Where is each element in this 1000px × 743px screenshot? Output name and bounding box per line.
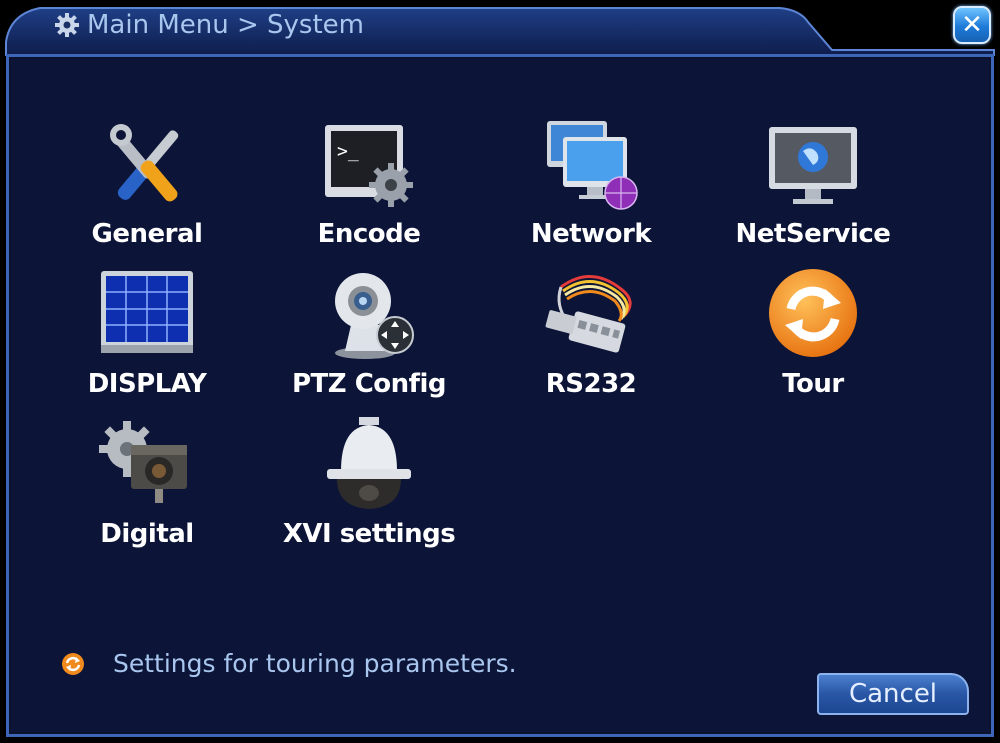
tile-label: PTZ Config — [292, 369, 446, 399]
network-monitors-icon — [547, 121, 638, 210]
cancel-button[interactable]: Cancel — [817, 673, 969, 715]
camera-gear-icon — [99, 421, 187, 503]
tile-label: Digital — [100, 519, 194, 549]
status-text: Settings for touring parameters. — [113, 649, 517, 678]
tile-display[interactable]: DISPLAY — [47, 265, 247, 405]
wrench-screwdriver-icon — [110, 124, 179, 202]
refresh-circle-icon — [769, 269, 857, 357]
system-menu-panel: General >_ Encode Network NetService DIS… — [6, 54, 994, 737]
ptz-camera-icon — [335, 273, 414, 359]
tile-label: Tour — [782, 369, 844, 399]
tile-label: RS232 — [545, 369, 637, 399]
gear-icon — [54, 12, 80, 38]
tile-rs232[interactable]: RS232 — [491, 265, 691, 405]
terminal-gear-icon: >_ — [325, 125, 413, 207]
window-title: Main Menu > System — [87, 10, 364, 40]
tile-label: Network — [530, 219, 652, 249]
tile-digital[interactable]: Digital — [47, 415, 247, 555]
tile-xvi-settings[interactable]: XVI settings — [269, 415, 469, 555]
tile-label: DISPLAY — [87, 369, 207, 399]
tile-label: Encode — [317, 219, 421, 249]
display-grid-icon — [101, 271, 193, 353]
monitor-globe-icon — [769, 127, 857, 204]
serial-cable-icon — [545, 275, 632, 353]
tile-label: NetService — [735, 219, 891, 249]
tile-netservice[interactable]: NetService — [713, 115, 913, 255]
title-bar: Main Menu > System ✕ — [0, 0, 1000, 56]
tile-network[interactable]: Network — [491, 115, 691, 255]
tile-ptz-config[interactable]: PTZ Config — [269, 265, 469, 405]
tile-general[interactable]: General — [47, 115, 247, 255]
tile-encode[interactable]: >_ Encode — [269, 115, 469, 255]
close-icon: ✕ — [961, 10, 983, 40]
tile-label: XVI settings — [282, 519, 456, 549]
tile-tour[interactable]: Tour — [713, 265, 913, 405]
svg-text:>_: >_ — [337, 141, 359, 162]
tile-label: General — [91, 219, 203, 249]
close-button[interactable]: ✕ — [953, 6, 991, 44]
dome-camera-icon — [327, 417, 411, 509]
refresh-circle-icon — [62, 653, 84, 675]
